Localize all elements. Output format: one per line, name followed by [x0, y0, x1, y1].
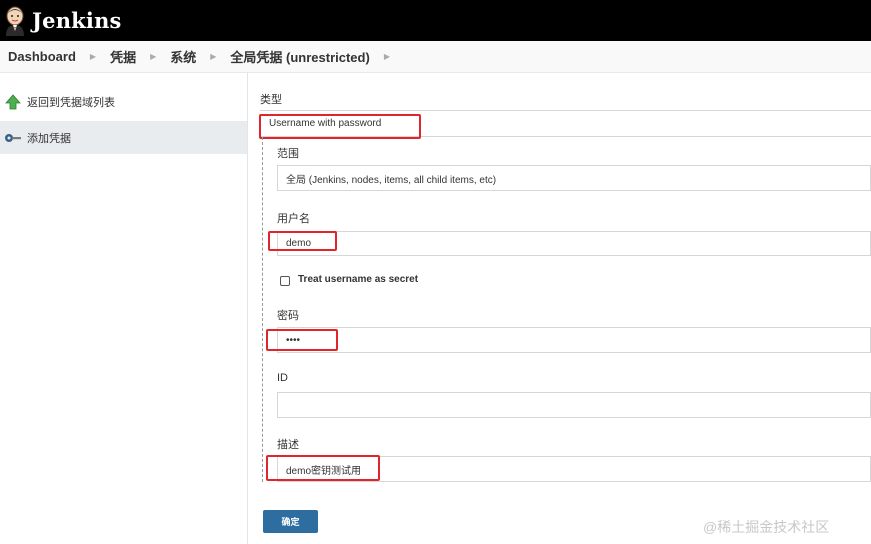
breadcrumb-dashboard[interactable]: Dashboard [8, 49, 76, 64]
sidebar-item-label: 返回到凭据域列表 [27, 96, 115, 109]
password-label: 密码 [277, 310, 299, 322]
green-up-arrow-icon [4, 93, 22, 110]
username-field[interactable]: demo [277, 231, 871, 256]
breadcrumb-global-credentials[interactable]: 全局凭据 (unrestricted) [230, 47, 369, 66]
scope-value: 全局 (Jenkins, nodes, items, all child ite… [286, 174, 497, 186]
breadcrumb: Dashboard ▶ 凭据 ▶ 系统 ▶ 全局凭据 (unrestricted… [0, 41, 871, 73]
key-icon [4, 130, 22, 146]
type-select[interactable]: Username with password [260, 110, 871, 137]
description-field[interactable]: demo密钥测试用 [277, 456, 871, 482]
password-value: •••• [286, 334, 301, 346]
breadcrumb-separator-icon[interactable]: ▶ [150, 52, 156, 61]
scope-label: 范围 [277, 148, 299, 160]
treat-username-secret-checkbox[interactable] [280, 276, 290, 286]
credential-form: 类型 Username with password 范围 全局 (Jenkins… [248, 73, 871, 544]
breadcrumb-credentials[interactable]: 凭据 [110, 47, 136, 66]
breadcrumb-system[interactable]: 系统 [170, 47, 196, 66]
description-value: demo密钥测试用 [286, 465, 362, 477]
top-header: Jenkins [0, 0, 871, 41]
sidebar: 返回到凭据域列表 添加凭据 [0, 73, 248, 544]
sidebar-item-back-to-domains[interactable]: 返回到凭据域列表 [0, 85, 247, 118]
username-value: demo [286, 238, 312, 249]
jenkins-logo-icon[interactable] [4, 6, 26, 36]
form-indent-guide [262, 137, 263, 482]
scope-select[interactable]: 全局 (Jenkins, nodes, items, all child ite… [277, 165, 871, 191]
submit-button[interactable]: 确定 [263, 510, 318, 533]
app-title[interactable]: Jenkins [32, 8, 122, 33]
description-label: 描述 [277, 439, 299, 451]
treat-username-secret-label[interactable]: Treat username as secret [298, 274, 418, 285]
breadcrumb-separator-icon[interactable]: ▶ [90, 52, 96, 61]
username-label: 用户名 [277, 213, 310, 225]
breadcrumb-separator-icon[interactable]: ▶ [210, 52, 216, 61]
breadcrumb-separator-icon[interactable]: ▶ [384, 52, 390, 61]
id-label: ID [277, 372, 288, 384]
password-field[interactable]: •••• [277, 327, 871, 353]
type-label: 类型 [260, 94, 282, 106]
type-value: Username with password [269, 118, 382, 129]
sidebar-item-label: 添加凭据 [27, 132, 71, 145]
id-field[interactable] [277, 392, 871, 418]
sidebar-item-add-credentials[interactable]: 添加凭据 [0, 121, 247, 154]
watermark: @稀土掘金技术社区 [703, 519, 830, 535]
